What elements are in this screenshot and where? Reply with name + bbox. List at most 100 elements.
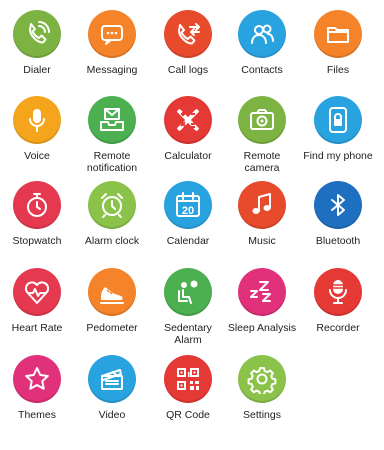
music-note-icon bbox=[238, 181, 286, 229]
app-calculator[interactable]: Calculator bbox=[150, 96, 226, 162]
app-label: Settings bbox=[243, 409, 281, 421]
app-heart-rate[interactable]: Heart Rate bbox=[0, 268, 75, 334]
app-sedentary-alarm[interactable]: Sedentary Alarm bbox=[150, 268, 226, 346]
app-label-line-1: Sedentary bbox=[164, 322, 212, 334]
app-alarm-clock[interactable]: Alarm clock bbox=[74, 181, 150, 247]
sleep-zzz-icon bbox=[238, 268, 286, 316]
app-themes[interactable]: Themes bbox=[0, 355, 75, 421]
app-pedometer[interactable]: Pedometer bbox=[74, 268, 150, 334]
app-label-line-1: Calendar bbox=[166, 235, 210, 247]
app-settings[interactable]: Settings bbox=[224, 355, 300, 421]
camera-icon bbox=[238, 96, 286, 144]
app-label-line-1: Music bbox=[248, 235, 276, 247]
app-label: Files bbox=[327, 64, 349, 76]
app-label-line-1: QR Code bbox=[166, 409, 210, 421]
app-label-line-2: notification bbox=[86, 162, 138, 174]
inbox-tray-icon bbox=[88, 96, 136, 144]
app-label: Stopwatch bbox=[12, 235, 61, 247]
app-label: Video bbox=[99, 409, 126, 421]
app-files[interactable]: Files bbox=[300, 10, 376, 76]
app-call-logs[interactable]: Call logs bbox=[150, 10, 226, 76]
app-label: Recorder bbox=[316, 322, 359, 334]
app-grid: Dialer Messaging Call logs Contacts Files Voi… bbox=[0, 0, 384, 450]
app-label-line-1: Video bbox=[98, 409, 126, 421]
app-label: Calculator bbox=[164, 150, 211, 162]
app-label-line-2: camera bbox=[244, 162, 280, 174]
app-label: Voice bbox=[24, 150, 50, 162]
stopwatch-icon bbox=[13, 181, 61, 229]
app-music[interactable]: Music bbox=[224, 181, 300, 247]
app-label-line-1: Files bbox=[326, 64, 350, 76]
app-recorder[interactable]: Recorder bbox=[300, 268, 376, 334]
app-label-line-2: Alarm bbox=[174, 334, 202, 346]
app-label: Dialer bbox=[23, 64, 50, 76]
app-label: Heart Rate bbox=[12, 322, 63, 334]
app-voice[interactable]: Voice bbox=[0, 96, 75, 162]
recorder-mic-icon bbox=[314, 268, 362, 316]
app-label-line-1: Sleep Analysis bbox=[227, 322, 297, 334]
app-label-line-1: Themes bbox=[18, 409, 56, 421]
app-contacts[interactable]: Contacts bbox=[224, 10, 300, 76]
app-label-line-1: Calculator bbox=[164, 150, 212, 162]
sedentary-icon bbox=[164, 268, 212, 316]
app-label: Themes bbox=[18, 409, 56, 421]
app-label-line-1: Contacts bbox=[241, 64, 283, 76]
app-label-line-1: Messaging bbox=[86, 64, 138, 76]
app-label: Pedometer bbox=[86, 322, 137, 334]
folder-icon bbox=[314, 10, 362, 58]
app-label-line-1: Voice bbox=[24, 150, 50, 162]
app-label: Contacts bbox=[241, 64, 282, 76]
bluetooth-icon bbox=[314, 181, 362, 229]
app-label-line-1: Recorder bbox=[316, 322, 360, 334]
app-label: Find my phone bbox=[303, 150, 372, 162]
call-log-icon bbox=[164, 10, 212, 58]
app-label: Remote notification bbox=[87, 150, 137, 174]
microphone-icon bbox=[13, 96, 61, 144]
app-label-line-1: Call logs bbox=[167, 64, 209, 76]
gear-icon bbox=[238, 355, 286, 403]
star-icon bbox=[13, 355, 61, 403]
app-label: Remote camera bbox=[244, 150, 281, 174]
calendar-icon: 20 bbox=[164, 181, 212, 229]
qr-code-icon bbox=[164, 355, 212, 403]
app-qr-code[interactable]: QR Code bbox=[150, 355, 226, 421]
calculator-icon bbox=[164, 96, 212, 144]
app-label: Music bbox=[248, 235, 275, 247]
app-stopwatch[interactable]: Stopwatch bbox=[0, 181, 75, 247]
app-calendar[interactable]: 20 Calendar bbox=[150, 181, 226, 247]
app-label-line-1: Settings bbox=[243, 409, 281, 421]
app-label-line-1: Stopwatch bbox=[12, 235, 62, 247]
app-find-my-phone[interactable]: Find my phone bbox=[300, 96, 376, 162]
app-label-line-1: Pedometer bbox=[86, 322, 138, 334]
app-label-line-1: Alarm clock bbox=[84, 235, 140, 247]
app-label: Sedentary Alarm bbox=[164, 322, 212, 346]
calendar-date-badge: 20 bbox=[182, 205, 194, 217]
app-video[interactable]: Video bbox=[74, 355, 150, 421]
app-label: Bluetooth bbox=[316, 235, 360, 247]
heart-rate-icon bbox=[13, 268, 61, 316]
app-label-line-1: Remote bbox=[243, 150, 281, 162]
app-label-line-1: Dialer bbox=[23, 64, 51, 76]
message-icon bbox=[88, 10, 136, 58]
contacts-icon bbox=[238, 10, 286, 58]
shoe-icon bbox=[88, 268, 136, 316]
phone-lock-icon bbox=[314, 96, 362, 144]
app-label: QR Code bbox=[166, 409, 210, 421]
app-label: Messaging bbox=[87, 64, 138, 76]
app-sleep-analysis[interactable]: Sleep Analysis bbox=[224, 268, 300, 334]
app-dialer[interactable]: Dialer bbox=[0, 10, 75, 76]
app-messaging[interactable]: Messaging bbox=[74, 10, 150, 76]
app-bluetooth[interactable]: Bluetooth bbox=[300, 181, 376, 247]
app-label-line-1: Bluetooth bbox=[315, 235, 361, 247]
alarm-clock-icon bbox=[88, 181, 136, 229]
app-label-line-1: Remote bbox=[93, 150, 131, 162]
app-label: Sleep Analysis bbox=[228, 322, 296, 334]
app-label: Call logs bbox=[168, 64, 208, 76]
app-remote-camera[interactable]: Remote camera bbox=[224, 96, 300, 174]
app-label: Calendar bbox=[167, 235, 210, 247]
phone-icon bbox=[13, 10, 61, 58]
clapperboard-icon bbox=[88, 355, 136, 403]
app-label-line-1: Heart Rate bbox=[11, 322, 63, 334]
app-label-line-1: Find my phone bbox=[303, 150, 373, 162]
app-remote-notification[interactable]: Remote notification bbox=[74, 96, 150, 174]
